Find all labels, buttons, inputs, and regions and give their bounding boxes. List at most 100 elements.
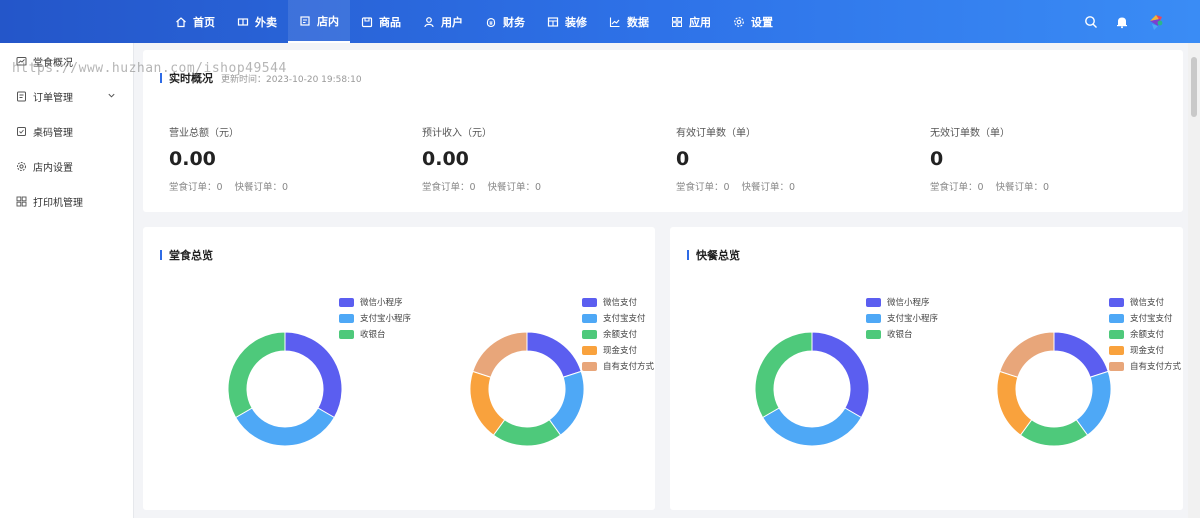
- gear-icon: [17, 161, 26, 171]
- avatar[interactable]: [1146, 12, 1166, 32]
- stat-sub: 堂食订单：0 快餐订单：0: [169, 179, 369, 193]
- order-icon: [17, 91, 26, 101]
- legend-item[interactable]: 自有支付方式: [582, 358, 654, 374]
- fast-food-count: 快餐订单：0: [487, 182, 542, 193]
- stat-value: 0: [930, 148, 944, 170]
- search-icon[interactable]: [1084, 15, 1098, 29]
- sidebar-item-table-codes[interactable]: 桌码管理: [16, 121, 116, 141]
- legend-swatch: [582, 361, 597, 371]
- nav-label: 财务: [503, 15, 525, 29]
- nav-finance[interactable]: 财务: [474, 0, 536, 43]
- sidebar-item-printers[interactable]: 打印机管理: [16, 191, 116, 211]
- sidebar-item-overview[interactable]: 堂食概况: [16, 51, 116, 71]
- donut-slice[interactable]: [234, 407, 336, 447]
- sidebar: 堂食概况 订单管理 桌码管理 店内设置 打印机管理: [0, 43, 134, 518]
- legend-item[interactable]: 微信小程序: [866, 294, 938, 310]
- sidebar-item-orders[interactable]: 订单管理: [16, 86, 116, 106]
- nav-label: 应用: [689, 15, 711, 29]
- takeout-icon: [237, 17, 249, 26]
- nav-home[interactable]: 首页: [164, 0, 226, 43]
- legend-item[interactable]: 支付宝支付: [582, 310, 654, 326]
- nav-takeout[interactable]: 外卖: [226, 0, 288, 43]
- printer-icon: [16, 196, 27, 206]
- stat-value: 0: [676, 148, 690, 170]
- stat-label: 无效订单数（单）: [930, 128, 1010, 139]
- nav-store[interactable]: 店内: [288, 0, 350, 43]
- legend-item[interactable]: 现金支付: [582, 342, 654, 358]
- legend-item[interactable]: 余额支付: [582, 326, 654, 342]
- sidebar-item-store-settings[interactable]: 店内设置: [16, 156, 116, 176]
- stat-label: 营业总额（元）: [169, 128, 239, 139]
- legend-item[interactable]: 微信支付: [1109, 294, 1181, 310]
- legend-item[interactable]: 余额支付: [1109, 326, 1181, 342]
- legend-swatch: [339, 329, 354, 339]
- fast-food-title-text: 快餐总览: [696, 249, 740, 262]
- donut-slice[interactable]: [492, 419, 562, 447]
- realtime-title: 实时概况 更新时间：2023-10-20 19:58:10: [160, 70, 362, 86]
- goods-icon: [361, 16, 373, 27]
- stat-sub: 堂食订单：0 快餐订单：0: [676, 179, 876, 193]
- nav-apps[interactable]: 应用: [660, 0, 722, 43]
- legend-item[interactable]: 收银台: [866, 326, 938, 342]
- fast-food-count: 快餐订单：0: [995, 182, 1050, 193]
- legend-label: 微信小程序: [887, 298, 930, 308]
- chevron-down-icon[interactable]: [107, 91, 116, 100]
- legend-item[interactable]: 微信支付: [582, 294, 654, 310]
- fast-food-payment-legend: 微信支付支付宝支付余额支付 现金支付 自有支付方式: [1109, 294, 1181, 374]
- legend-item[interactable]: 微信小程序: [339, 294, 411, 310]
- legend-label: 支付宝小程序: [887, 314, 939, 324]
- realtime-title-text: 实时概况: [169, 72, 213, 85]
- legend-item[interactable]: 现金支付: [1109, 342, 1181, 358]
- donut-slice[interactable]: [1075, 370, 1112, 436]
- legend-swatch: [1109, 313, 1124, 323]
- scrollbar-thumb[interactable]: [1191, 57, 1197, 117]
- donut-slice[interactable]: [1053, 331, 1109, 378]
- donut-slice[interactable]: [1019, 419, 1089, 447]
- legend-swatch: [339, 297, 354, 307]
- nav-label: 商品: [379, 15, 401, 29]
- bell-icon[interactable]: [1115, 15, 1129, 29]
- dine-in-channel-donut: [227, 331, 343, 447]
- legend-item[interactable]: 支付宝支付: [1109, 310, 1181, 326]
- donut-slice[interactable]: [761, 407, 863, 447]
- nav-settings[interactable]: 设置: [722, 0, 784, 43]
- donut-slice[interactable]: [999, 331, 1055, 378]
- nav-goods[interactable]: 商品: [350, 0, 412, 43]
- user-icon: [424, 16, 434, 27]
- donut-slice[interactable]: [526, 331, 582, 378]
- legend-swatch: [1109, 361, 1124, 371]
- legend-item[interactable]: 收银台: [339, 326, 411, 342]
- update-time: 更新时间：2023-10-20 19:58:10: [221, 74, 362, 85]
- legend-item[interactable]: 自有支付方式: [1109, 358, 1181, 374]
- stat-label: 有效订单数（单）: [676, 128, 756, 139]
- nav-user[interactable]: 用户: [412, 0, 474, 43]
- legend-item[interactable]: 支付宝小程序: [866, 310, 938, 326]
- apps-icon: [672, 16, 682, 27]
- donut-slice[interactable]: [284, 331, 343, 419]
- top-actions: [1084, 0, 1166, 43]
- donut-slice[interactable]: [469, 370, 506, 436]
- donut-slice[interactable]: [472, 331, 528, 378]
- legend-item[interactable]: 支付宝小程序: [339, 310, 411, 326]
- fast-food-payment-donut: [996, 331, 1112, 447]
- nav-decoration[interactable]: 装修: [536, 0, 598, 43]
- donut-slice[interactable]: [754, 331, 813, 419]
- donut-slice[interactable]: [227, 331, 286, 419]
- legend-label: 支付宝支付: [1130, 314, 1173, 324]
- decoration-icon: [547, 16, 559, 27]
- dine-in-count: 堂食订单：0: [930, 182, 984, 193]
- donut-slice[interactable]: [548, 370, 585, 436]
- legend-swatch: [1109, 345, 1124, 355]
- dine-in-payment-legend: 微信支付 支付宝支付 余额支付 现金支付 自有支付方式: [582, 294, 654, 374]
- dine-in-payment-donut: [469, 331, 585, 447]
- nav-data[interactable]: 数据: [598, 0, 660, 43]
- stat-valid-orders: 有效订单数（单） 0 堂食订单：0 快餐订单：0: [676, 124, 876, 193]
- donut-slice[interactable]: [996, 370, 1033, 436]
- stat-expected-income: 预计收入（元） 0.00 堂食订单：0 快餐订单：0: [422, 124, 622, 193]
- donut-slice[interactable]: [811, 331, 870, 419]
- overview-icon: [16, 56, 27, 65]
- nav-label: 设置: [751, 15, 773, 29]
- nav-label: 外卖: [255, 15, 277, 29]
- vertical-scrollbar[interactable]: [1188, 43, 1200, 518]
- stat-sub: 堂食订单：0 快餐订单：0: [930, 179, 1130, 193]
